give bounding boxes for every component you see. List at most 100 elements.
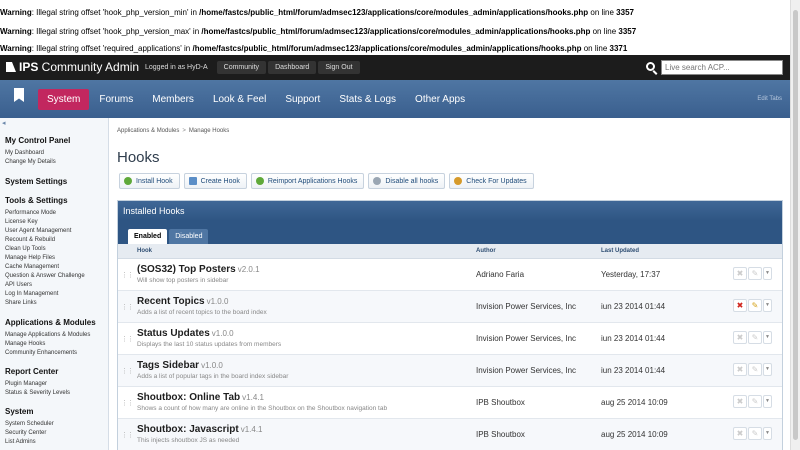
sidebar-item[interactable]: Log In Management — [5, 290, 105, 299]
chevron-down-icon[interactable]: ▼ — [763, 331, 772, 344]
sidebar-item[interactable]: Community Enhancements — [5, 349, 105, 358]
row-controls: ✖ ✎ ▼ — [733, 427, 773, 440]
column-author: Author — [476, 248, 496, 254]
install-hook-button[interactable]: Install Hook — [119, 173, 180, 189]
scrollbar-thumb[interactable] — [793, 10, 798, 440]
pencil-icon[interactable]: ✎ — [748, 427, 762, 440]
sidebar-heading[interactable]: Report Center — [5, 367, 105, 376]
tab-look-and-feel[interactable]: Look & Feel — [204, 89, 275, 110]
sidebar-heading[interactable]: System — [5, 407, 105, 416]
sidebar-item[interactable]: Recount & Rebuild — [5, 236, 105, 245]
page-scrollbar[interactable] — [790, 0, 800, 450]
breadcrumb-item[interactable]: Applications & Modules — [117, 128, 179, 134]
tab-disabled[interactable]: Disabled — [169, 229, 209, 244]
chevron-down-icon[interactable]: ▼ — [763, 395, 772, 408]
sidebar-heading[interactable]: Tools & Settings — [5, 196, 105, 205]
tab-system[interactable]: System — [38, 89, 90, 110]
table-row[interactable]: ⋮⋮ Recent Topics v1.0.0 Adds a list of rece… — [118, 291, 782, 323]
pencil-icon[interactable]: ✎ — [748, 395, 762, 408]
live-search-input[interactable] — [661, 60, 783, 75]
search-icon[interactable] — [646, 62, 655, 71]
delete-icon[interactable]: ✖ — [733, 395, 747, 408]
row-controls: ✖ ✎ ▼ — [733, 267, 773, 280]
hook-name[interactable]: Status Updates v1.0.0 — [137, 328, 234, 339]
sidebar-item[interactable]: Status & Severity Levels — [5, 389, 105, 398]
table-row[interactable]: ⋮⋮ Shoutbox: Javascript v1.4.1 This injects… — [118, 419, 782, 450]
delete-icon[interactable]: ✖ — [733, 427, 747, 440]
sidebar-item-manage-hooks[interactable]: Manage Hooks — [5, 340, 105, 349]
tab-enabled[interactable]: Enabled — [128, 229, 168, 244]
pencil-icon[interactable]: ✎ — [748, 331, 762, 344]
table-row[interactable]: ⋮⋮ Tags Sidebar v1.0.0 Adds a list of popul… — [118, 355, 782, 387]
breadcrumb-item[interactable]: Manage Hooks — [189, 128, 229, 134]
sidebar-section-my-control-panel: My Control Panel My Dashboard Change My … — [5, 136, 105, 167]
reimport-hooks-button[interactable]: Reimport Applications Hooks — [250, 173, 365, 189]
drag-handle-icon[interactable]: ⋮⋮ — [121, 303, 134, 311]
hook-updated: iun 23 2014 01:44 — [601, 366, 666, 375]
pencil-icon[interactable]: ✎ — [748, 299, 762, 312]
drag-handle-icon[interactable]: ⋮⋮ — [121, 271, 134, 279]
chevron-down-icon[interactable]: ▼ — [763, 427, 772, 440]
chevron-down-icon[interactable]: ▼ — [763, 363, 772, 376]
sign-out-link[interactable]: Sign Out — [318, 61, 360, 74]
sidebar-item[interactable]: List Admins — [5, 438, 105, 447]
drag-handle-icon[interactable]: ⋮⋮ — [121, 367, 134, 375]
hook-name[interactable]: Shoutbox: Online Tab v1.4.1 — [137, 392, 264, 403]
tab-forums[interactable]: Forums — [90, 89, 142, 110]
drag-handle-icon[interactable]: ⋮⋮ — [121, 431, 134, 439]
hook-version: v1.0.0 — [206, 297, 229, 306]
sidebar-item[interactable]: Manage Help Files — [5, 254, 105, 263]
sidebar-item[interactable]: Share Links — [5, 299, 105, 308]
hook-name[interactable]: Recent Topics v1.0.0 — [137, 296, 228, 307]
delete-icon[interactable]: ✖ — [733, 363, 747, 376]
table-row[interactable]: ⋮⋮ Shoutbox: Online Tab v1.4.1 Shows a coun… — [118, 387, 782, 419]
pencil-icon[interactable]: ✎ — [748, 363, 762, 376]
delete-icon[interactable]: ✖ — [733, 331, 747, 344]
drag-handle-icon[interactable]: ⋮⋮ — [121, 335, 134, 343]
tab-other-apps[interactable]: Other Apps — [406, 89, 474, 110]
delete-icon[interactable]: ✖ — [733, 299, 747, 312]
drag-handle-icon[interactable]: ⋮⋮ — [121, 399, 134, 407]
sidebar-item-my-dashboard[interactable]: My Dashboard — [5, 149, 105, 158]
hook-name[interactable]: Tags Sidebar v1.0.0 — [137, 360, 223, 371]
sidebar-item[interactable]: Cache Management — [5, 263, 105, 272]
pencil-icon[interactable]: ✎ — [748, 267, 762, 280]
sidebar-item[interactable]: API Users — [5, 281, 105, 290]
hook-name[interactable]: Shoutbox: Javascript v1.4.1 — [137, 424, 263, 435]
sidebar-item-change-my-details[interactable]: Change My Details — [5, 158, 105, 167]
sidebar-item[interactable]: License Key — [5, 218, 105, 227]
delete-icon[interactable]: ✖ — [733, 267, 747, 280]
collapse-arrow-icon[interactable]: ◂ — [2, 119, 6, 127]
community-link[interactable]: Community — [216, 61, 267, 74]
check-updates-button[interactable]: Check For Updates — [449, 173, 534, 189]
breadcrumb: Applications & Modules > Manage Hooks — [117, 128, 229, 134]
dashboard-link[interactable]: Dashboard — [268, 61, 317, 74]
hook-description: This injects shoutbox JS as needed — [137, 437, 240, 444]
table-row[interactable]: ⋮⋮ Status Updates v1.0.0 Displays the last … — [118, 323, 782, 355]
bookmark-icon[interactable] — [14, 88, 24, 102]
sidebar-item[interactable]: Performance Mode — [5, 209, 105, 218]
table-row[interactable]: ⋮⋮ (SOS32) Top Posters v2.0.1 Will show top… — [118, 259, 782, 291]
create-icon — [188, 177, 197, 185]
sidebar-item[interactable]: Question & Answer Challenge — [5, 272, 105, 281]
tab-support[interactable]: Support — [276, 89, 329, 110]
edit-tabs-link[interactable]: Edit Tabs — [757, 96, 782, 102]
tab-stats-and-logs[interactable]: Stats & Logs — [330, 89, 405, 110]
chevron-down-icon[interactable]: ▼ — [763, 299, 772, 312]
sidebar-heading[interactable]: My Control Panel — [5, 136, 105, 145]
sidebar-heading[interactable]: System Settings — [5, 177, 105, 186]
sidebar-item[interactable]: System Scheduler — [5, 420, 105, 429]
create-hook-button[interactable]: Create Hook — [183, 173, 247, 189]
sidebar-item[interactable]: Clean Up Tools — [5, 245, 105, 254]
hook-version: v1.0.0 — [211, 329, 234, 338]
tab-members[interactable]: Members — [143, 89, 203, 110]
chevron-down-icon[interactable]: ▼ — [763, 267, 772, 280]
disable-all-hooks-button[interactable]: Disable all hooks — [368, 173, 446, 189]
sidebar-item[interactable]: User Agent Management — [5, 227, 105, 236]
sidebar-item[interactable]: Security Center — [5, 429, 105, 438]
sidebar-heading[interactable]: Applications & Modules — [5, 318, 105, 327]
hook-name[interactable]: (SOS32) Top Posters v2.0.1 — [137, 264, 260, 275]
sidebar-item[interactable]: Plugin Manager — [5, 380, 105, 389]
sidebar-item[interactable]: Manage Applications & Modules — [5, 331, 105, 340]
brand-logo[interactable]: IPS Community Admin — [6, 60, 139, 74]
